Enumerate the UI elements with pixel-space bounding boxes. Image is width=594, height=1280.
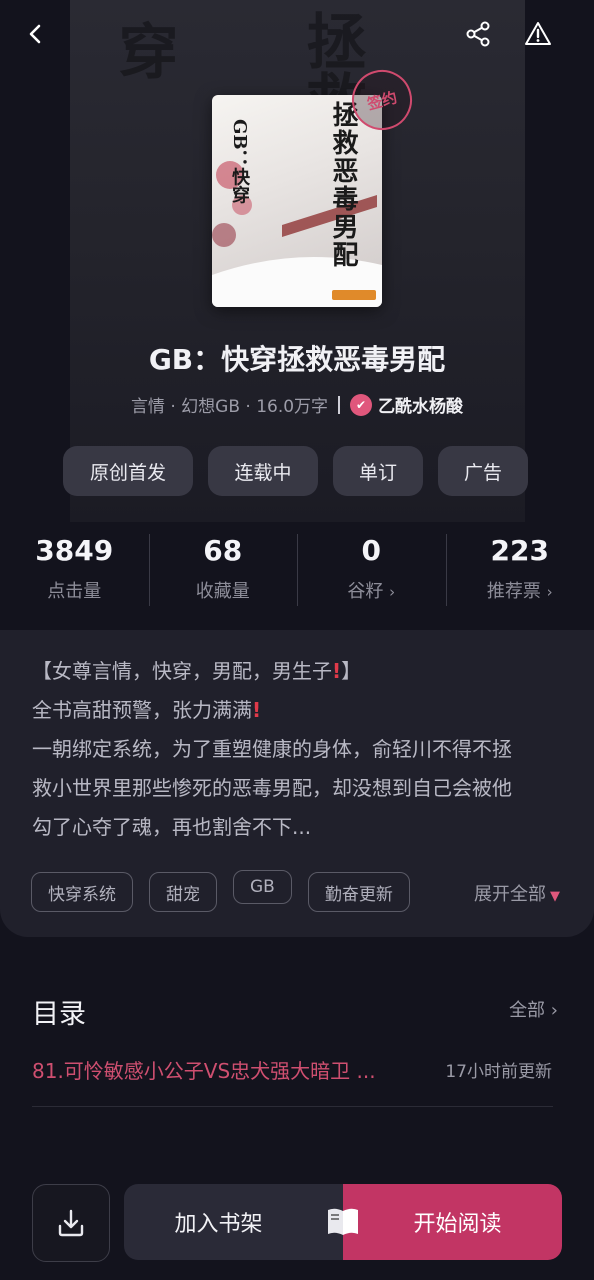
stats-row: 3849 点击量 68 收藏量 0 谷籽 › 223 推荐票 › <box>0 530 594 610</box>
cover-title: 拯救恶毒男配 <box>328 101 358 269</box>
tag-original: 原创首发 <box>63 446 193 496</box>
report-warning-icon[interactable] <box>518 14 558 54</box>
book-meta: 言情 · 幻想GB · 16.0万字 ✔ 乙酰水杨酸 <box>0 392 594 417</box>
back-icon[interactable] <box>16 14 56 54</box>
triangle-down-icon: ▼ <box>550 889 560 904</box>
genre-tag[interactable]: 勤奋更新 <box>307 872 410 912</box>
stat-favorites: 68 收藏量 <box>148 530 298 610</box>
start-reading-button[interactable]: 开始阅读 <box>343 1184 562 1260</box>
download-button[interactable] <box>32 1184 110 1262</box>
stat-seeds[interactable]: 0 谷籽 › <box>297 530 446 610</box>
share-icon[interactable] <box>458 14 498 54</box>
stat-value: 223 <box>490 534 549 567</box>
download-icon <box>58 1209 84 1237</box>
stat-label: 推荐票 › <box>486 581 553 602</box>
description-card: 【女尊言情，快穿，男配，男生子!】 全书高甜预警，张力满满! 一朝绑定系统，为了… <box>0 630 594 937</box>
meta-divider <box>338 395 341 414</box>
update-time: 17小时前更新 <box>445 1062 552 1082</box>
genre-tag[interactable]: 甜宠 <box>149 872 217 912</box>
toc-title: 目录 <box>32 999 86 1030</box>
stat-clicks: 3849 点击量 <box>0 530 149 610</box>
top-bar <box>0 0 594 70</box>
genre-tags: 快穿系统 甜宠 GB 勤奋更新 <box>31 870 410 912</box>
divider <box>32 1106 553 1107</box>
cover-subtitle: GB：快穿 <box>229 119 250 204</box>
stat-value: 0 <box>361 534 381 567</box>
exclamation-icon: ! <box>332 659 342 683</box>
genre-tag[interactable]: 快穿系统 <box>31 872 133 912</box>
author-verified-icon: ✔ <box>350 393 373 416</box>
tag-ads: 广告 <box>438 446 528 496</box>
stat-value: 68 <box>203 534 243 567</box>
book-status-tags: 原创首发 连载中 单订 广告 <box>63 446 528 496</box>
tag-single-order: 单订 <box>333 446 423 496</box>
author-name[interactable]: 乙酰水杨酸 <box>378 392 463 417</box>
description-text: 【女尊言情，快穿，男配，男生子!】 全书高甜预警，张力满满! 一朝绑定系统，为了… <box>32 659 512 839</box>
book-cover[interactable]: 拯救恶毒男配 GB：快穿 <box>212 95 382 307</box>
exclamation-icon: ! <box>252 698 262 722</box>
expand-all-button[interactable]: 展开全部 ▼ <box>474 880 560 906</box>
chevron-right-icon: › <box>546 583 553 601</box>
open-book-icon <box>328 1208 358 1235</box>
stat-recommend-votes[interactable]: 223 推荐票 › <box>445 530 594 610</box>
stat-value: 3849 <box>35 534 114 567</box>
chevron-right-icon: › <box>389 583 396 601</box>
stat-label: 谷籽 › <box>347 581 396 602</box>
book-title: GB：快穿拯救恶毒男配 <box>148 343 446 376</box>
toc-all-button[interactable]: 全部 › <box>509 996 558 1022</box>
stat-label: 点击量 <box>47 581 102 602</box>
chevron-right-icon: › <box>550 1000 558 1021</box>
book-category-wordcount: 言情 · 幻想GB · 16.0万字 <box>130 397 329 417</box>
latest-chapter-link[interactable]: 81.可怜敏感小公子VS忠犬强大暗卫 ... <box>32 1055 376 1084</box>
stat-label: 收藏量 <box>195 581 250 602</box>
tag-serializing: 连载中 <box>208 446 318 496</box>
genre-tag[interactable]: GB <box>233 870 292 904</box>
add-to-shelf-button[interactable]: 加入书架 <box>124 1184 343 1260</box>
